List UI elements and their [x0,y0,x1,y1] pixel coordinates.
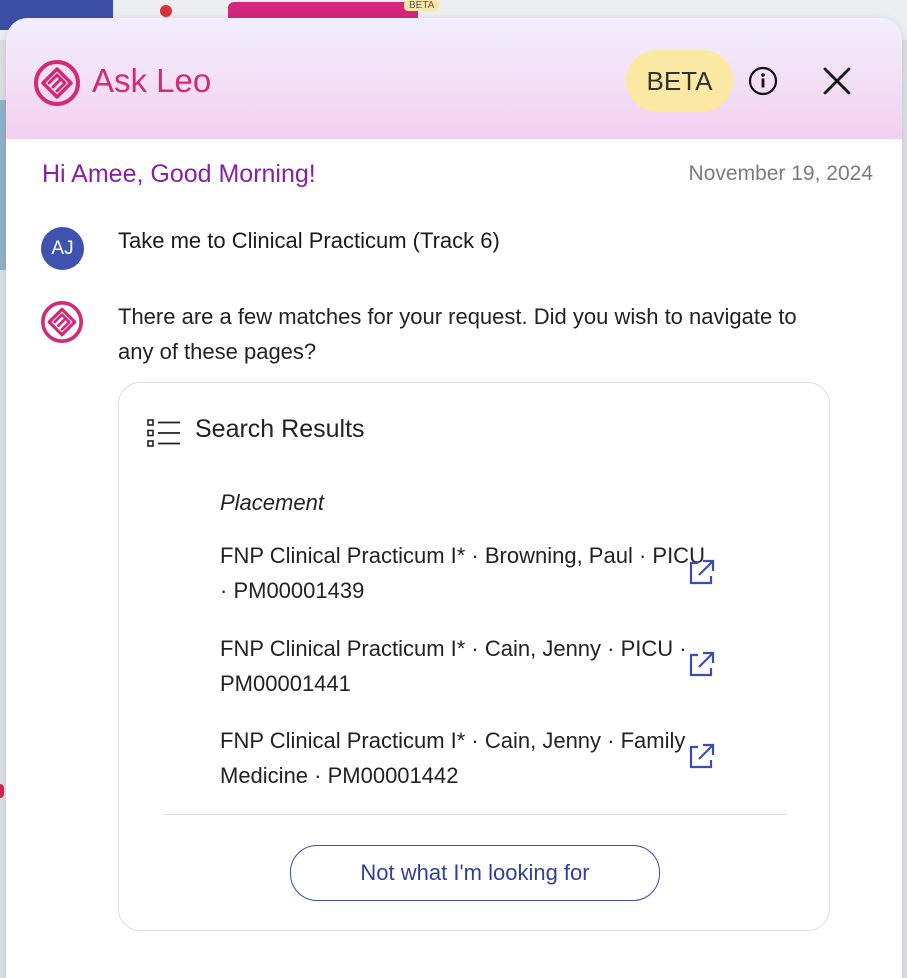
result-item[interactable]: FNP Clinical Practicum I* · Cain, Jenny … [220,631,710,701]
not-what-looking-for-button[interactable]: Not what I'm looking for [290,845,660,901]
user-message: Take me to Clinical Practicum (Track 6) [118,228,500,253]
result-item-text[interactable]: FNP Clinical Practicum I* · Cain, Jenny … [220,631,710,701]
external-link-icon[interactable] [685,557,717,589]
user-avatar: AJ [41,227,84,270]
greeting-text: Hi Amee, Good Morning! [42,160,316,188]
info-icon[interactable] [748,66,778,96]
background-marker [0,784,4,798]
external-link-icon[interactable] [685,741,717,773]
result-item[interactable]: FNP Clinical Practicum I* · Browning, Pa… [220,538,710,608]
beta-badge: BETA [626,50,733,112]
results-divider [163,814,787,815]
ask-leo-panel: Ask Leo BETA Hi Amee, Good Morning! Nove… [6,18,902,978]
ask-leo-logo-icon [34,60,80,106]
close-icon[interactable] [821,65,853,97]
background-beta-badge: BETA [404,0,440,11]
results-group-label: Placement [220,490,324,515]
notification-dot [160,5,172,17]
search-results-card: Search Results Placement FNP Clinical Pr… [118,382,830,931]
list-icon [147,419,180,447]
external-link-icon[interactable] [685,649,717,681]
leo-avatar-icon [41,301,83,343]
result-item[interactable]: FNP Clinical Practicum I* · Cain, Jenny … [220,723,710,793]
result-item-text[interactable]: FNP Clinical Practicum I* · Browning, Pa… [220,538,710,608]
greeting-date: November 19, 2024 [688,162,873,185]
bot-message: There are a few matches for your request… [118,304,797,364]
panel-header: Ask Leo BETA [6,18,902,139]
panel-title: Ask Leo [92,62,212,99]
result-item-text[interactable]: FNP Clinical Practicum I* · Cain, Jenny … [220,723,710,793]
search-results-title: Search Results [195,415,365,443]
